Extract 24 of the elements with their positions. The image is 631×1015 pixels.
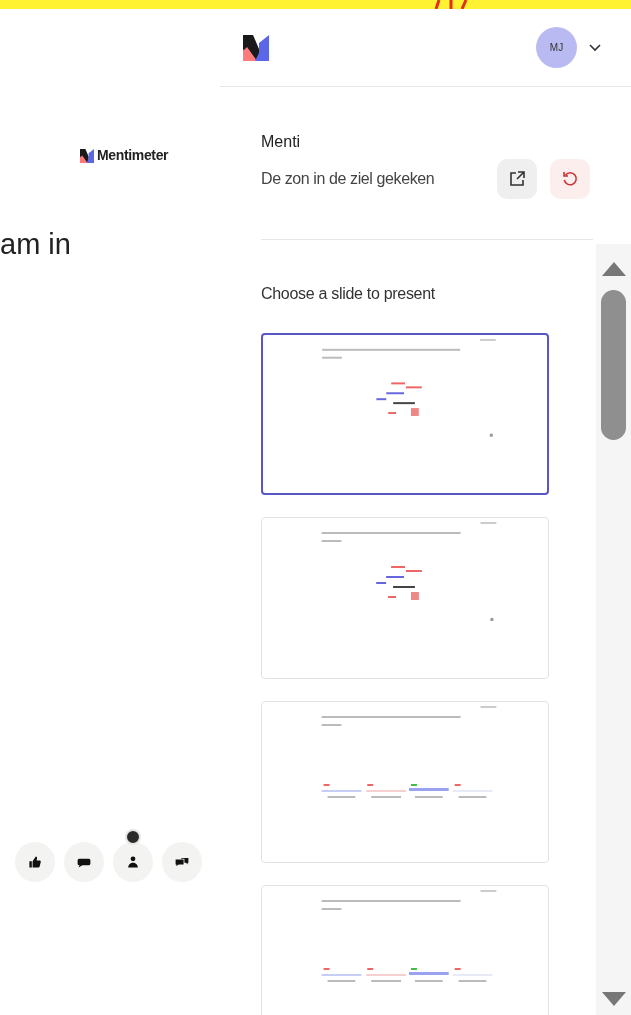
external-link-icon	[508, 170, 526, 188]
scroll-thumb[interactable]	[601, 290, 626, 440]
reset-icon	[561, 170, 579, 188]
presentation-title: De zon in de ziel gekeken	[261, 169, 435, 189]
reaction-button[interactable]	[15, 842, 55, 882]
avatar-button[interactable]: MJ	[536, 27, 577, 68]
scroll-up-icon[interactable]	[600, 261, 627, 277]
reaction-button[interactable]	[64, 842, 104, 882]
owner-name: Menti	[261, 132, 302, 152]
thumbs-up-icon	[27, 854, 43, 870]
open-external-button[interactable]	[497, 159, 537, 199]
reaction-button[interactable]	[162, 842, 202, 882]
chevron-down-icon[interactable]	[589, 43, 601, 52]
logo-icon	[80, 148, 94, 163]
scrollbar[interactable]	[596, 244, 631, 1015]
reaction-button[interactable]	[113, 842, 153, 882]
slide-heading: am in	[0, 227, 71, 262]
section-heading: Choose a slide to present	[261, 284, 436, 304]
reset-button[interactable]	[550, 159, 590, 199]
brand-name: Mentimeter	[97, 146, 169, 165]
logo-icon	[243, 34, 269, 61]
scroll-down-icon[interactable]	[600, 991, 627, 1007]
person-icon	[125, 854, 141, 870]
slide-thumbnail[interactable]	[261, 333, 549, 495]
